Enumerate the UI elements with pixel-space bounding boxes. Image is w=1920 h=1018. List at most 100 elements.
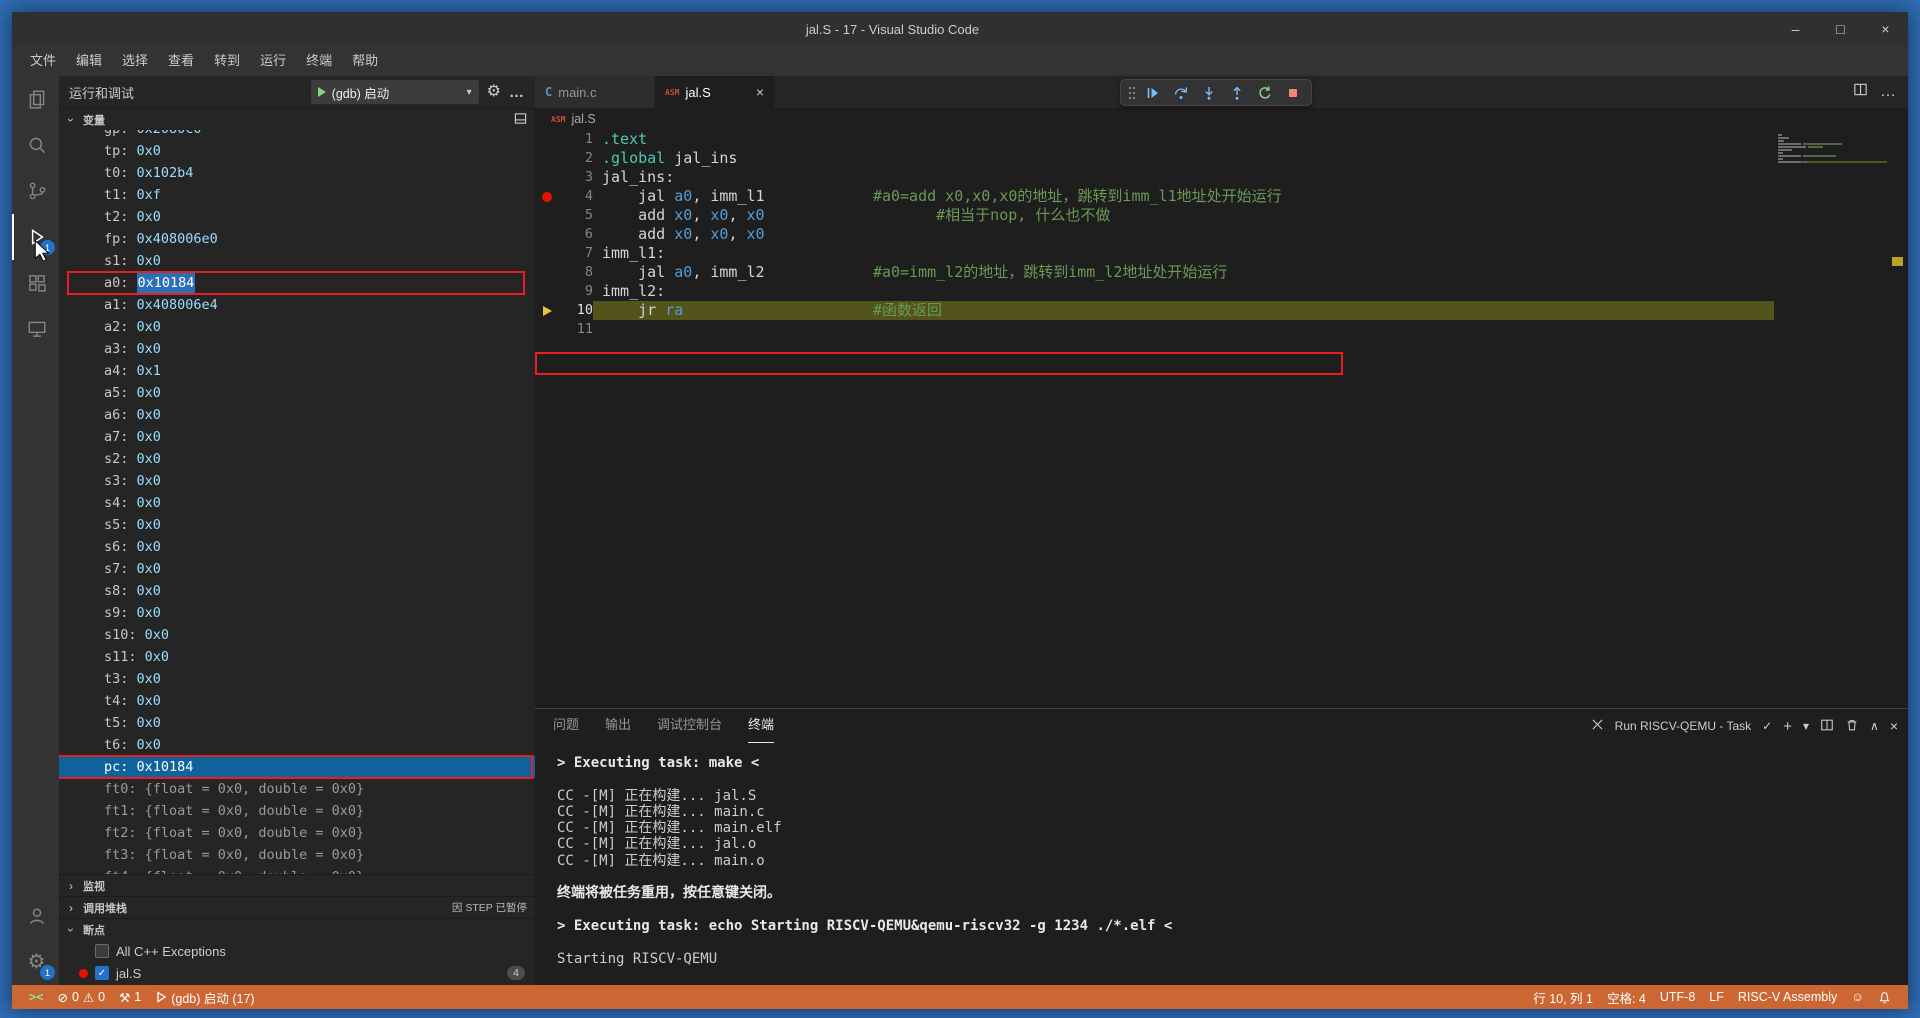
code-line-3[interactable]: 3jal_ins: bbox=[535, 168, 1774, 187]
code-text[interactable]: jal_ins: bbox=[593, 168, 1774, 187]
menu-item-3[interactable]: 查看 bbox=[158, 46, 204, 76]
gutter-glyph-margin[interactable] bbox=[535, 263, 561, 282]
split-terminal-icon[interactable] bbox=[1820, 718, 1834, 735]
variable-row-s5[interactable]: s5: 0x0 bbox=[59, 514, 535, 536]
variable-row-t5[interactable]: t5: 0x0 bbox=[59, 712, 535, 734]
variable-row-ft4[interactable]: ft4: {float = 0x0, double = 0x0} bbox=[59, 866, 535, 874]
code-line-2[interactable]: 2.global jal_ins bbox=[535, 149, 1774, 168]
editor-more-actions-icon[interactable]: … bbox=[1880, 83, 1896, 101]
step-into-button[interactable] bbox=[1197, 81, 1221, 105]
code-line-7[interactable]: 7imm_l1: bbox=[535, 244, 1774, 263]
code-line-4[interactable]: 4 jal a0, imm_l1 #a0=add x0,x0,x0的地址，跳转到… bbox=[535, 187, 1774, 206]
tab-terminal[interactable]: 终端 bbox=[748, 709, 774, 743]
search-icon[interactable] bbox=[12, 122, 59, 168]
cursor-position[interactable]: 行 10, 列 1 bbox=[1526, 988, 1600, 1007]
kill-terminal-icon[interactable] bbox=[1845, 718, 1859, 735]
variable-row-s9[interactable]: s9: 0x0 bbox=[59, 602, 535, 624]
minimap[interactable] bbox=[1774, 130, 1889, 708]
variable-row-t4[interactable]: t4: 0x0 bbox=[59, 690, 535, 712]
remote-explorer-icon[interactable] bbox=[12, 306, 59, 352]
terminal-task-label[interactable]: Run RISCV-QEMU - Task bbox=[1615, 719, 1751, 733]
line-number[interactable]: 5 bbox=[561, 206, 593, 225]
code-text[interactable]: add x0, x0, x0 bbox=[593, 225, 1774, 244]
variable-row-pc[interactable]: pc: 0x10184 bbox=[59, 756, 535, 778]
menu-item-5[interactable]: 运行 bbox=[250, 46, 296, 76]
variable-row-s2[interactable]: s2: 0x0 bbox=[59, 448, 535, 470]
breakpoint-row-jal[interactable]: ✓ jal.S 4 bbox=[59, 962, 535, 984]
menu-item-4[interactable]: 转到 bbox=[204, 46, 250, 76]
variable-row-a0[interactable]: a0: 0x10184 bbox=[59, 272, 535, 294]
tab-debug-console[interactable]: 调试控制台 bbox=[657, 709, 722, 743]
maximize-panel-icon[interactable]: ∧ bbox=[1870, 719, 1879, 733]
variable-row-a3[interactable]: a3: 0x0 bbox=[59, 338, 535, 360]
indentation[interactable]: 空格: 4 bbox=[1600, 988, 1653, 1007]
menu-item-1[interactable]: 编辑 bbox=[66, 46, 112, 76]
minimize-button[interactable]: – bbox=[1773, 12, 1818, 46]
variable-row-t2[interactable]: t2: 0x0 bbox=[59, 206, 535, 228]
breakpoint-icon[interactable] bbox=[542, 192, 552, 202]
variable-row-a1[interactable]: a1: 0x408006e4 bbox=[59, 294, 535, 316]
code-text[interactable]: .text bbox=[593, 130, 1774, 149]
code-line-8[interactable]: 8 jal a0, imm_l2 #a0=imm_l2的地址，跳转到imm_l2… bbox=[535, 263, 1774, 282]
variable-row-gp[interactable]: gp: 0x2080c0 bbox=[59, 130, 535, 140]
code-text[interactable]: imm_l1: bbox=[593, 244, 1774, 263]
menu-item-0[interactable]: 文件 bbox=[20, 46, 66, 76]
line-number[interactable]: 11 bbox=[561, 320, 593, 339]
variable-row-s3[interactable]: s3: 0x0 bbox=[59, 470, 535, 492]
menu-item-7[interactable]: 帮助 bbox=[342, 46, 388, 76]
code-text[interactable]: jal a0, imm_l2 #a0=imm_l2的地址，跳转到imm_l2地址… bbox=[593, 263, 1774, 282]
checkbox-unchecked[interactable] bbox=[95, 944, 109, 958]
gutter-glyph-margin[interactable] bbox=[535, 320, 561, 339]
variable-row-s11[interactable]: s11: 0x0 bbox=[59, 646, 535, 668]
breakpoints-section-header[interactable]: › 断点 bbox=[59, 918, 535, 940]
stop-button[interactable] bbox=[1281, 81, 1305, 105]
code-text[interactable] bbox=[593, 320, 1774, 339]
variable-row-a6[interactable]: a6: 0x0 bbox=[59, 404, 535, 426]
line-number[interactable]: 2 bbox=[561, 149, 593, 168]
toolbar-drag-handle[interactable] bbox=[1127, 81, 1137, 105]
code-text[interactable]: add x0, x0, x0 #相当于nop, 什么也不做 bbox=[593, 206, 1774, 225]
variable-row-ft3[interactable]: ft3: {float = 0x0, double = 0x0} bbox=[59, 844, 535, 866]
feedback-icon[interactable]: ☺ bbox=[1844, 990, 1871, 1004]
line-number[interactable]: 6 bbox=[561, 225, 593, 244]
tab-output[interactable]: 输出 bbox=[605, 709, 631, 743]
gutter-glyph-margin[interactable] bbox=[535, 130, 561, 149]
code-text[interactable]: jal a0, imm_l1 #a0=add x0,x0,x0的地址，跳转到im… bbox=[593, 187, 1774, 206]
gutter-glyph-margin[interactable] bbox=[535, 282, 561, 301]
run-debug-icon[interactable]: 1 bbox=[12, 214, 59, 260]
source-control-icon[interactable] bbox=[12, 168, 59, 214]
menu-item-2[interactable]: 选择 bbox=[112, 46, 158, 76]
variable-row-s1[interactable]: s1: 0x0 bbox=[59, 250, 535, 272]
gutter-glyph-margin[interactable] bbox=[535, 244, 561, 263]
step-out-button[interactable] bbox=[1225, 81, 1249, 105]
code-line-5[interactable]: 5 add x0, x0, x0 #相当于nop, 什么也不做 bbox=[535, 206, 1774, 225]
code-text[interactable]: jr ra #函数返回 bbox=[593, 301, 1774, 320]
code-line-6[interactable]: 6 add x0, x0, x0 bbox=[535, 225, 1774, 244]
language-mode[interactable]: RISC-V Assembly bbox=[1731, 990, 1844, 1004]
split-editor-icon[interactable] bbox=[1853, 82, 1868, 102]
account-icon[interactable] bbox=[12, 893, 59, 939]
code-line-9[interactable]: 9imm_l2: bbox=[535, 282, 1774, 301]
open-panel-icon[interactable] bbox=[514, 112, 527, 128]
call-stack-section-header[interactable]: › 调用堆栈 因 STEP 已暂停 bbox=[59, 896, 535, 918]
gutter-glyph-margin[interactable] bbox=[535, 225, 561, 244]
variable-row-t3[interactable]: t3: 0x0 bbox=[59, 668, 535, 690]
encoding[interactable]: UTF-8 bbox=[1653, 990, 1702, 1004]
close-panel-icon[interactable]: × bbox=[1890, 718, 1898, 734]
line-number[interactable]: 1 bbox=[561, 130, 593, 149]
variables-section-header[interactable]: › 变量 bbox=[59, 108, 535, 130]
variable-row-ft0[interactable]: ft0: {float = 0x0, double = 0x0} bbox=[59, 778, 535, 800]
new-terminal-icon[interactable]: + bbox=[1783, 718, 1792, 735]
line-number[interactable]: 3 bbox=[561, 168, 593, 187]
variable-row-fp[interactable]: fp: 0x408006e0 bbox=[59, 228, 535, 250]
code-line-10[interactable]: 10 jr ra #函数返回 bbox=[535, 301, 1774, 320]
variable-row-ft1[interactable]: ft1: {float = 0x0, double = 0x0} bbox=[59, 800, 535, 822]
code-text[interactable]: imm_l2: bbox=[593, 282, 1774, 301]
line-number[interactable]: 8 bbox=[561, 263, 593, 282]
terminal-output[interactable]: > Executing task: make < CC -[M] 正在构建...… bbox=[557, 755, 1884, 981]
code-line-1[interactable]: 1.text bbox=[535, 130, 1774, 149]
code-editor[interactable]: 1.text2.global jal_ins3jal_ins:4 jal a0,… bbox=[535, 130, 1774, 708]
line-number[interactable]: 4 bbox=[561, 187, 593, 206]
variable-row-t1[interactable]: t1: 0xf bbox=[59, 184, 535, 206]
problems-indicator[interactable]: ⊘0 ⚠0 bbox=[50, 990, 112, 1005]
